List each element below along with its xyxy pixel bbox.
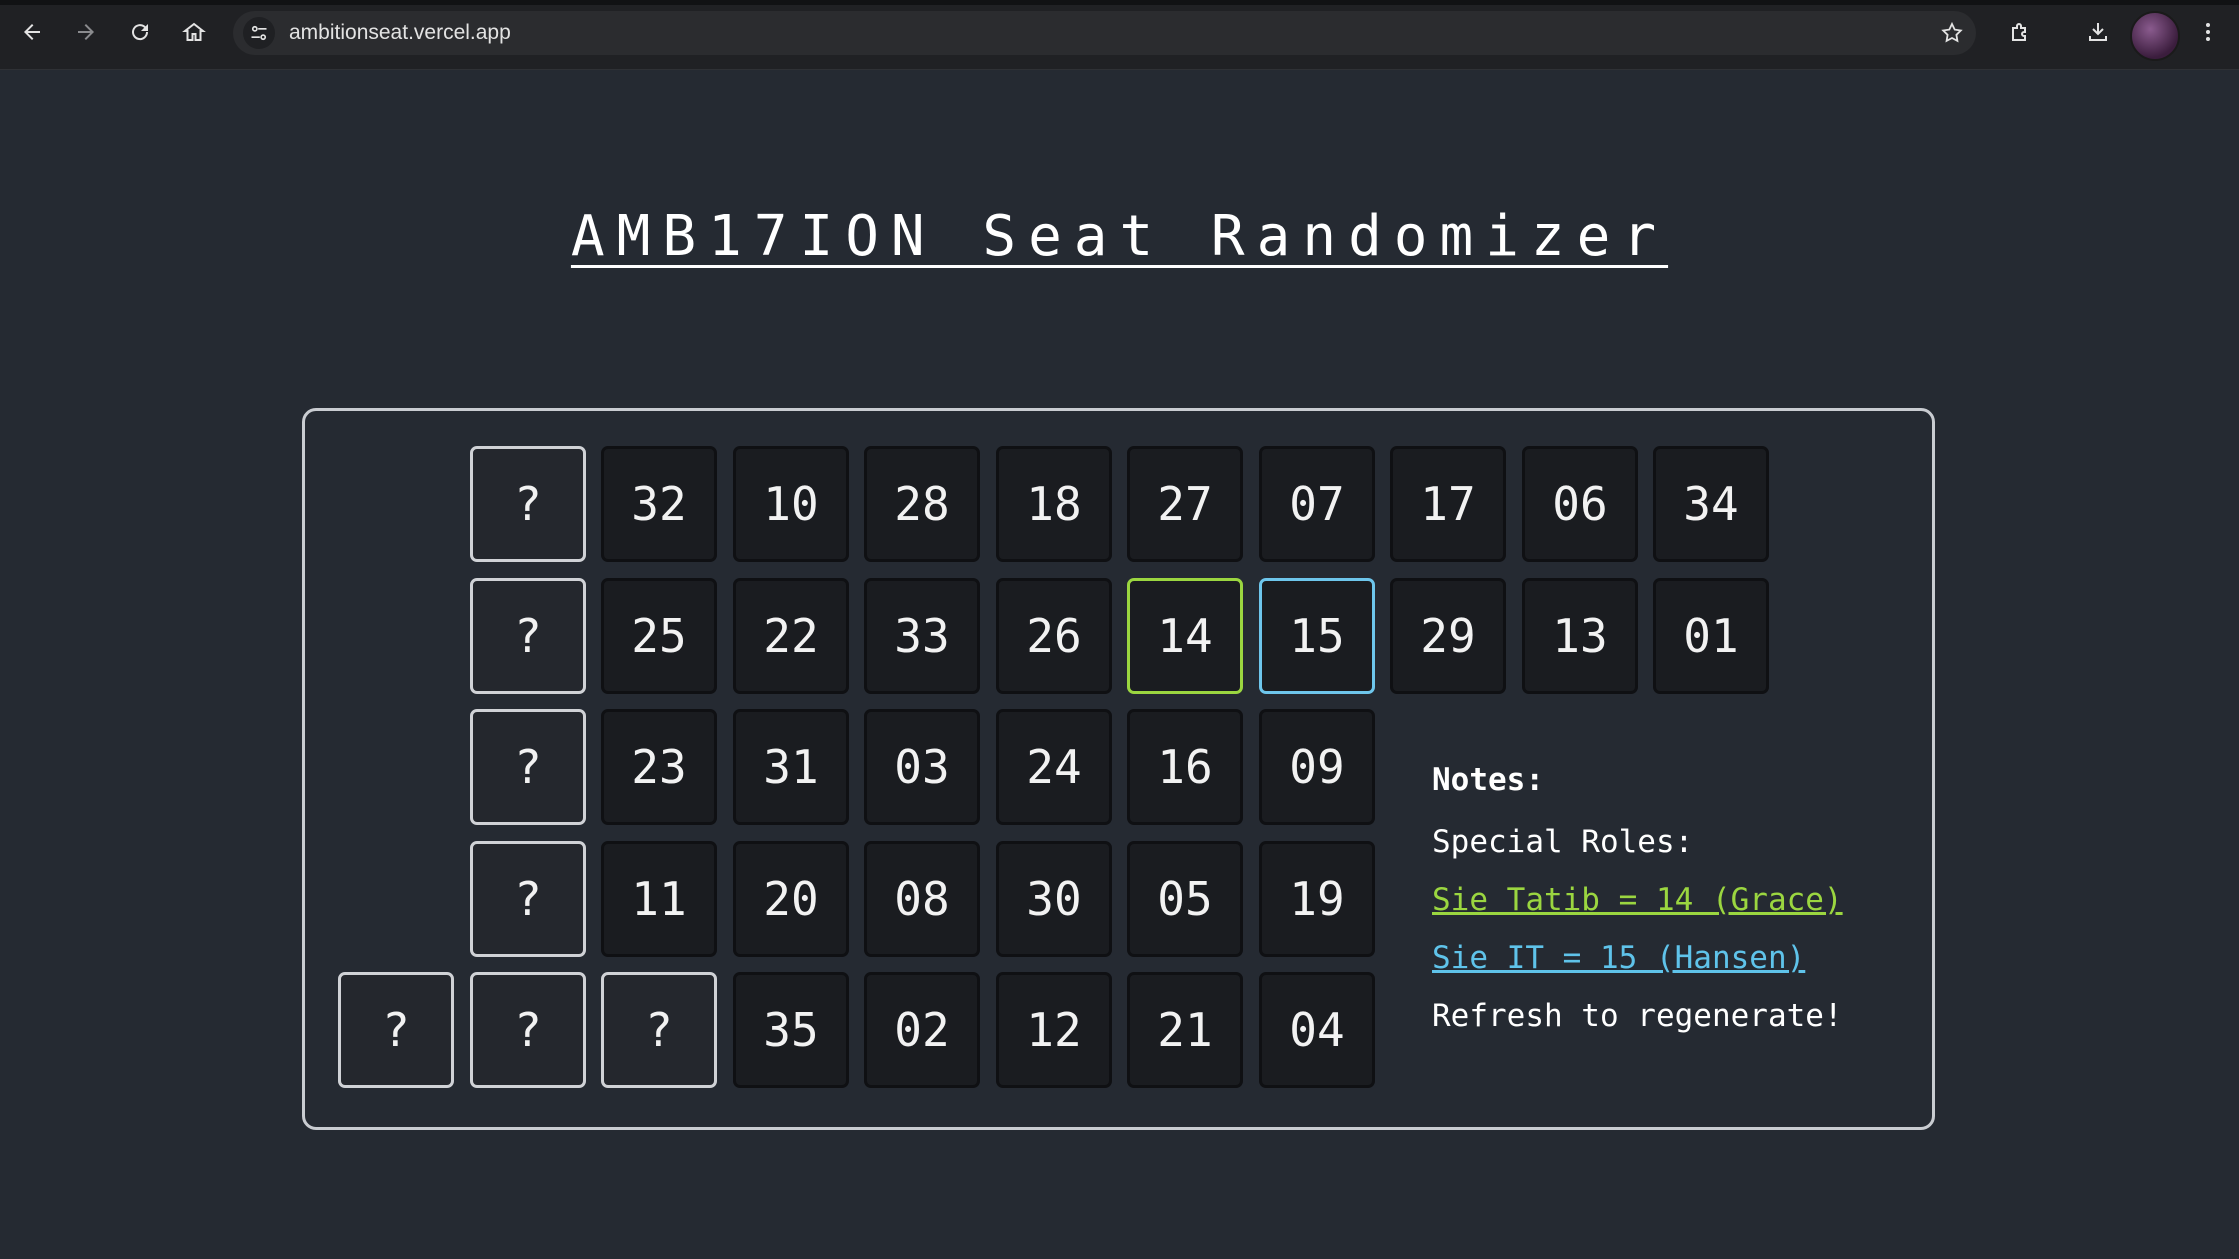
seat: 26 <box>996 578 1112 694</box>
seat: 33 <box>864 578 980 694</box>
seat-unknown: ? <box>470 709 586 825</box>
seat-unknown: ? <box>470 446 586 562</box>
profile-avatar[interactable] <box>2130 11 2180 61</box>
reload-icon <box>132 24 149 41</box>
seat: 29 <box>1390 578 1506 694</box>
extensions-button[interactable] <box>2002 14 2038 50</box>
seat: 17 <box>1390 446 1506 562</box>
seat: 24 <box>996 709 1112 825</box>
seat: 15 <box>1259 578 1375 694</box>
seat: 10 <box>733 446 849 562</box>
seat: 01 <box>1653 578 1769 694</box>
home-button[interactable] <box>176 14 212 50</box>
puzzle-icon <box>2012 23 2026 41</box>
hansen-role-link[interactable]: Sie IT = 15 (Hansen) <box>1432 940 1805 976</box>
seat: 11 <box>601 841 717 957</box>
seat: 23 <box>601 709 717 825</box>
menu-button[interactable] <box>2190 14 2226 50</box>
seat: 02 <box>864 972 980 1088</box>
url-text[interactable]: ambitionseat.vercel.app <box>289 21 511 45</box>
seat: 12 <box>996 972 1112 1088</box>
page-title: AMB17ION Seat Randomizer <box>570 204 1669 269</box>
seat: 27 <box>1127 446 1243 562</box>
grace-role-link[interactable]: Sie Tatib = 14 (Grace) <box>1432 882 1843 918</box>
seat: 35 <box>733 972 849 1088</box>
reload-button[interactable] <box>122 14 158 50</box>
seat-unknown: ? <box>470 578 586 694</box>
seat: 08 <box>864 841 980 957</box>
address-bar[interactable]: ambitionseat.vercel.app <box>233 11 1976 55</box>
seat: 07 <box>1259 446 1375 562</box>
seat: 25 <box>601 578 717 694</box>
seat: 05 <box>1127 841 1243 957</box>
site-info-button[interactable] <box>243 17 275 49</box>
seat: 21 <box>1127 972 1243 1088</box>
seat: 22 <box>733 578 849 694</box>
seat: 32 <box>601 446 717 562</box>
seat-unknown: ? <box>470 841 586 957</box>
home-icon <box>182 22 206 41</box>
seat: 14 <box>1127 578 1243 694</box>
seat: 19 <box>1259 841 1375 957</box>
more-vert-icon <box>2206 23 2210 41</box>
seat: 20 <box>733 841 849 957</box>
tab-strip <box>0 0 2239 5</box>
seat: 28 <box>864 446 980 562</box>
back-button[interactable] <box>14 14 50 50</box>
seat: 09 <box>1259 709 1375 825</box>
seat: 13 <box>1522 578 1638 694</box>
seat: 16 <box>1127 709 1243 825</box>
seat: 04 <box>1259 972 1375 1088</box>
forward-button[interactable] <box>68 14 104 50</box>
arrow-left-icon <box>24 24 40 40</box>
seat: 03 <box>864 709 980 825</box>
browser-toolbar: ambitionseat.vercel.app <box>0 0 2239 70</box>
special-roles-label: Special Roles: <box>1432 824 1694 860</box>
bookmark-star-button[interactable] <box>1938 19 1966 47</box>
arrow-right-icon <box>78 24 94 40</box>
seat-unknown: ? <box>470 972 586 1088</box>
downloads-button[interactable] <box>2080 14 2116 50</box>
seat: 30 <box>996 841 1112 957</box>
notes-heading: Notes: <box>1432 762 1544 798</box>
seat: 18 <box>996 446 1112 562</box>
seat: 06 <box>1522 446 1638 562</box>
download-icon <box>2089 23 2107 41</box>
seat-unknown: ? <box>338 972 454 1088</box>
refresh-hint: Refresh to regenerate! <box>1432 998 1843 1034</box>
seat: 31 <box>733 709 849 825</box>
seat-unknown: ? <box>601 972 717 1088</box>
tune-icon <box>251 25 267 41</box>
star-icon <box>1941 21 1963 43</box>
seat: 34 <box>1653 446 1769 562</box>
